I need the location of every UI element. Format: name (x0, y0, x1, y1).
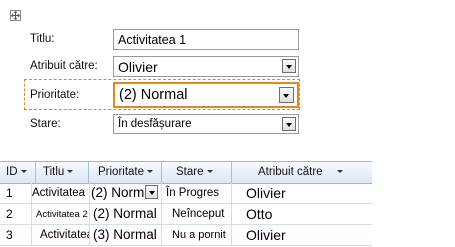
column-header-status-label: Stare (176, 166, 204, 178)
grid-header-row: ID Titlu Prioritate Stare Atribuit către (0, 162, 372, 184)
cell-priority-value: (2) Norm (91, 185, 145, 200)
sort-arrow-icon[interactable] (336, 170, 343, 174)
cell-priority[interactable]: (2) Normal (90, 204, 162, 224)
priority-label: Prioritate: (30, 89, 80, 101)
priority-select[interactable]: (2) Normal (113, 82, 299, 108)
cell-status[interactable]: Neînceput (162, 204, 232, 224)
cell-id: 2 (0, 204, 32, 224)
column-header-priority[interactable]: Prioritate (89, 162, 162, 183)
sort-arrow-icon[interactable] (147, 170, 154, 174)
cell-assigned-to[interactable]: Otto (232, 204, 372, 224)
cell-id: 1 (0, 183, 32, 203)
chevron-down-icon[interactable] (145, 185, 158, 199)
sort-arrow-icon[interactable] (67, 170, 74, 174)
status-label: Stare: (30, 118, 61, 130)
assigned-to-value: Olivier (118, 59, 158, 75)
column-header-id[interactable]: ID (0, 162, 36, 183)
title-label: Titlu: (30, 33, 55, 45)
cell-assigned-to[interactable]: Olivier (232, 225, 372, 245)
column-header-status[interactable]: Stare (162, 162, 232, 183)
cell-title[interactable]: Activitatea (32, 183, 90, 203)
column-header-assigned-to-label: Atribuit către (258, 166, 323, 178)
title-field-value: Activitatea 1 (118, 33, 187, 47)
datasheet-grid: ID Titlu Prioritate Stare Atribuit către… (0, 161, 372, 247)
cell-status[interactable]: Nu a pornit (162, 225, 232, 245)
cell-status[interactable]: În Progres (162, 183, 232, 203)
cell-assigned-to[interactable]: Olivier (232, 183, 372, 203)
cell-id: 3 (0, 225, 32, 245)
status-select[interactable]: În desfășurare (113, 114, 299, 134)
column-header-priority-label: Prioritate (98, 166, 145, 178)
cell-priority[interactable]: (3) Normal (90, 225, 162, 245)
cell-title[interactable]: Activitatea 3 (32, 225, 90, 245)
table-row[interactable]: 3 Activitatea 3 (3) Normal Nu a pornit O… (0, 225, 372, 246)
chevron-down-icon[interactable] (282, 59, 296, 73)
table-row[interactable]: 1 Activitatea (2) Norm În Progres Olivie… (0, 183, 372, 204)
title-field[interactable]: Activitatea 1 (113, 29, 299, 50)
assigned-to-select[interactable]: Olivier (113, 56, 299, 77)
column-header-id-label: ID (6, 166, 18, 178)
move-handle-icon[interactable] (10, 10, 21, 21)
cell-priority[interactable]: (2) Norm (90, 183, 162, 203)
chevron-down-icon[interactable] (282, 117, 296, 131)
table-row[interactable]: 2 Activitatea 2 (2) Normal Neînceput Ott… (0, 204, 372, 225)
sort-arrow-icon[interactable] (20, 170, 27, 174)
column-header-assigned-to[interactable]: Atribuit către (232, 162, 372, 183)
status-value: În desfășurare (118, 118, 192, 130)
sort-arrow-icon[interactable] (206, 170, 213, 174)
task-form: Titlu: Activitatea 1 Atribuit către: Oli… (0, 0, 455, 136)
cell-title[interactable]: Activitatea 2 (32, 204, 90, 224)
priority-value: (2) Normal (119, 87, 188, 103)
assigned-to-label: Atribuit către: (30, 60, 98, 72)
column-header-title-label: Titlu (43, 166, 65, 178)
chevron-down-icon[interactable] (279, 87, 294, 103)
column-header-title[interactable]: Titlu (36, 162, 89, 183)
